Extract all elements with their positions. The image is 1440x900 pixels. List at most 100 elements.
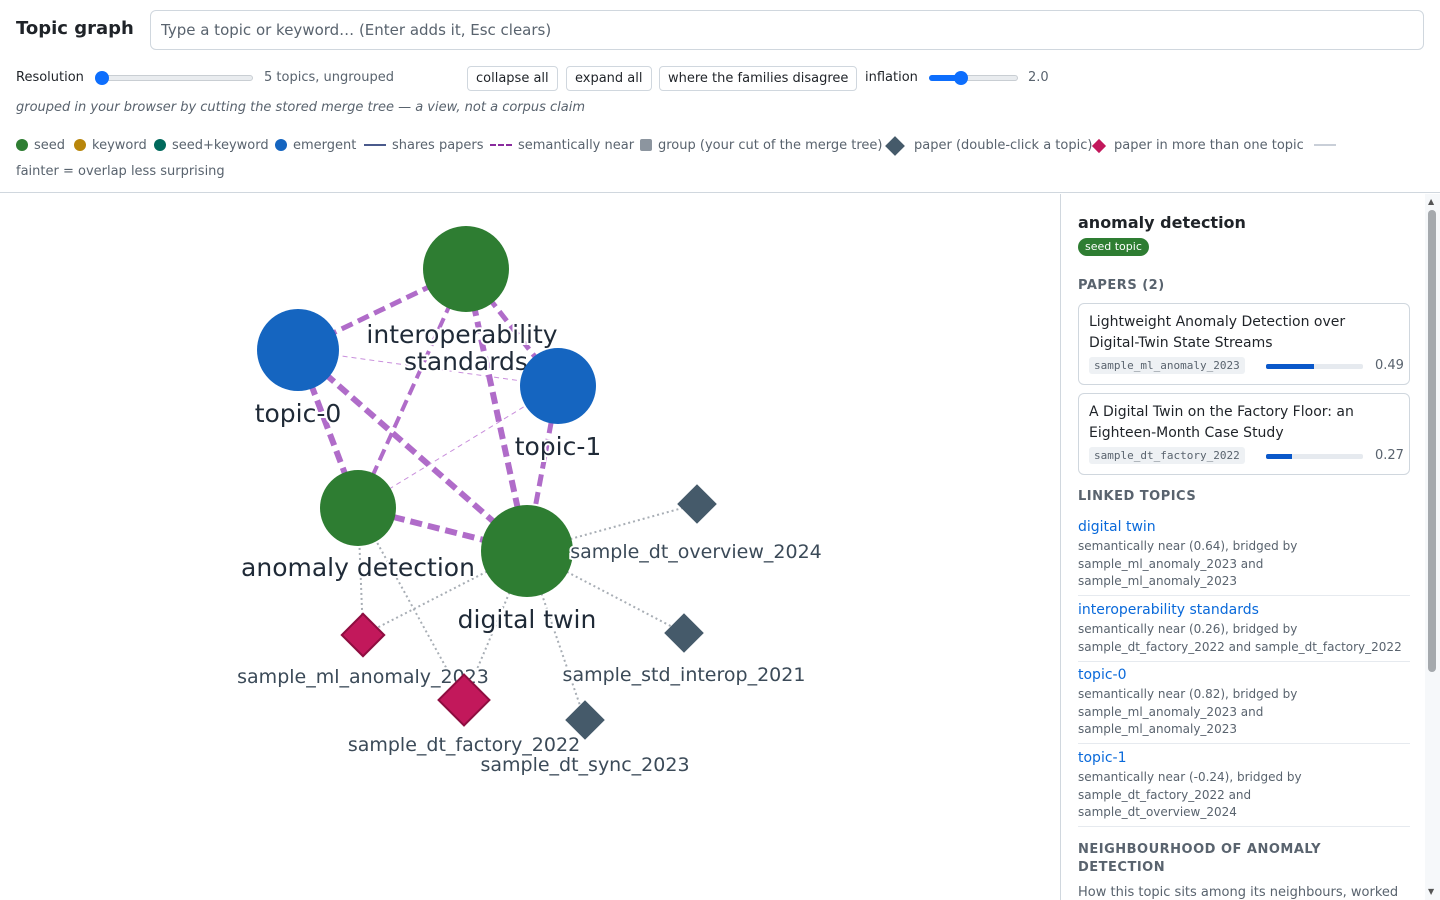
emergent-dot-icon — [275, 138, 287, 151]
faint-line-icon — [1313, 143, 1336, 146]
selected-topic-title: anomaly detection — [1078, 213, 1246, 232]
multi-paper-diamond[interactable] — [340, 612, 386, 658]
neighbourhood-heading: NEIGHBOURHOOD OF ANOMALY DETECTION — [1078, 842, 1322, 875]
legend-label: keyword — [92, 138, 147, 153]
families-disagree-button[interactable]: where the families disagree — [659, 66, 858, 91]
header: Topic graph Resolution 5 topics, ungroup… — [0, 0, 1440, 193]
paper-node-sample-dt-overview-2024[interactable]: sample_dt_overview_2024 — [568, 484, 824, 565]
emergent-topic-circle[interactable] — [520, 348, 596, 424]
legend-fainter-note: fainter = overlap less surprising — [16, 164, 225, 179]
topic-node-digital-twin[interactable]: digital twin — [456, 505, 598, 636]
topic-node-topic-0[interactable]: topic-0 — [253, 309, 343, 430]
paper-card[interactable]: A Digital Twin on the Factory Floor: an … — [1078, 393, 1410, 475]
scrollbar-thumb[interactable] — [1428, 210, 1436, 672]
expand-all-button[interactable]: expand all — [566, 66, 652, 91]
topic-graph-svg[interactable]: interoperability standards topic-0 topic… — [0, 194, 1060, 900]
scroll-down-arrow-icon[interactable]: ▼ — [1428, 888, 1434, 896]
detail-panel[interactable]: anomaly detection seed topic PAPERS (2) … — [1060, 194, 1440, 900]
linked-topic-link[interactable]: topic-0 — [1078, 666, 1410, 684]
collapse-all-button[interactable]: collapse all — [467, 66, 558, 91]
graph-canvas[interactable]: interoperability standards topic-0 topic… — [0, 194, 1060, 900]
legend-item-seed: seed — [16, 136, 65, 156]
paper-score-value: 0.27 — [1375, 448, 1404, 463]
seed-topic-circle[interactable] — [423, 226, 509, 312]
panel-scrollbar[interactable]: ▲ ▼ — [1425, 194, 1440, 900]
multi-paper-diamond-icon — [1091, 138, 1107, 153]
topic-search-input[interactable] — [150, 10, 1424, 50]
paper-diamond-icon — [885, 135, 905, 156]
linked-topic-item: topic-1 semantically near (-0.24), bridg… — [1078, 749, 1410, 827]
resolution-slider-thumb[interactable] — [95, 71, 109, 85]
paper-diamond[interactable] — [677, 484, 717, 524]
seed-topic-circle[interactable] — [320, 470, 396, 546]
legend-label: paper in more than one topic — [1114, 138, 1304, 153]
legend-item-seed-keyword: seed+keyword — [154, 136, 269, 156]
seed-keyword-dot-icon — [154, 138, 166, 151]
linked-topic-desc: semantically near (0.64), bridged by sam… — [1078, 539, 1298, 588]
group-square-icon — [640, 138, 652, 151]
papers-heading: PAPERS (2) — [1078, 278, 1165, 293]
keyword-dot-icon — [74, 138, 86, 151]
solid-line-icon — [364, 143, 386, 146]
topic-label: standards — [404, 347, 528, 376]
neighbourhood-description: How this topic sits among its neighbours… — [1078, 885, 1399, 900]
topic-label: digital twin — [458, 605, 597, 634]
linked-topic-item: interoperability standards semantically … — [1078, 601, 1410, 662]
topic-node-topic-1[interactable]: topic-1 — [513, 348, 603, 463]
inflation-label: inflation — [865, 70, 918, 85]
topic-label: topic-1 — [515, 432, 602, 461]
legend-item-keyword: keyword — [74, 136, 147, 156]
paper-label: sample_std_interop_2021 — [563, 664, 806, 686]
scroll-up-arrow-icon[interactable]: ▲ — [1428, 198, 1434, 206]
resolution-label: Resolution — [16, 70, 84, 85]
inflation-slider[interactable] — [929, 71, 1018, 85]
inflation-slider-thumb[interactable] — [953, 71, 968, 85]
resolution-slider[interactable] — [95, 71, 253, 85]
legend-label: paper (double-click a topic) — [914, 138, 1093, 153]
paper-score-bar — [1266, 364, 1363, 369]
paper-score-value: 0.49 — [1375, 358, 1404, 373]
legend-item-group: group (your cut of the merge tree) — [640, 136, 882, 156]
linked-topic-desc: semantically near (-0.24), bridged by sa… — [1078, 770, 1302, 819]
controls-bar: Resolution 5 topics, ungrouped collapse … — [16, 64, 1416, 92]
linked-topic-link[interactable]: topic-1 — [1078, 749, 1410, 767]
topic-label: interoperability — [366, 320, 557, 349]
paper-score-bar — [1266, 454, 1363, 459]
paper-card-title: A Digital Twin on the Factory Floor: an … — [1089, 404, 1354, 441]
paper-card[interactable]: Lightweight Anomaly Detection over Digit… — [1078, 303, 1410, 385]
legend-label: seed — [34, 138, 66, 153]
linked-topic-link[interactable]: digital twin — [1078, 518, 1410, 536]
legend-label: group (your cut of the merge tree) — [658, 138, 883, 153]
paper-card-id: sample_dt_factory_2022 — [1089, 447, 1245, 464]
paper-label: sample_dt_overview_2024 — [570, 541, 822, 563]
legend-label: shares papers — [392, 138, 484, 153]
legend-item-shares-papers: shares papers — [364, 136, 484, 156]
dashed-line-icon — [490, 143, 512, 146]
linked-topics-heading: LINKED TOPICS — [1078, 489, 1197, 504]
topic-label: anomaly detection — [241, 553, 475, 582]
paper-diamond[interactable] — [664, 613, 704, 653]
linked-topic-desc: semantically near (0.26), bridged by sam… — [1078, 622, 1402, 654]
legend-item-emergent: emergent — [275, 136, 356, 156]
topic-label: topic-0 — [255, 399, 342, 428]
linked-topic-link[interactable]: interoperability standards — [1078, 601, 1410, 619]
paper-label: sample_dt_sync_2023 — [480, 754, 689, 776]
linked-topic-desc: semantically near (0.82), bridged by sam… — [1078, 687, 1298, 736]
legend-label: semantically near — [518, 138, 635, 153]
seed-topic-badge: seed topic — [1078, 238, 1149, 256]
inflation-value: 2.0 — [1028, 70, 1049, 85]
legend-item-paper: paper (double-click a topic) — [882, 132, 1092, 160]
linked-topic-item: topic-0 semantically near (0.82), bridge… — [1078, 666, 1410, 744]
legend-label: emergent — [293, 138, 357, 153]
emergent-topic-circle[interactable] — [257, 309, 339, 391]
paper-label: sample_dt_factory_2022 — [348, 734, 580, 756]
seed-topic-circle[interactable] — [481, 505, 573, 597]
paper-score-fill — [1266, 364, 1314, 369]
paper-node-sample-ml-anomaly-2023[interactable]: sample_ml_anomaly_2023 — [235, 612, 491, 690]
app-title: Topic graph — [16, 18, 134, 39]
legend-item-paper-multi: paper in more than one topic — [1090, 136, 1342, 156]
paper-score-fill — [1266, 454, 1293, 459]
legend-label: seed+keyword — [172, 138, 269, 153]
paper-node-sample-std-interop-2021[interactable]: sample_std_interop_2021 — [561, 613, 807, 688]
seed-dot-icon — [16, 138, 28, 151]
